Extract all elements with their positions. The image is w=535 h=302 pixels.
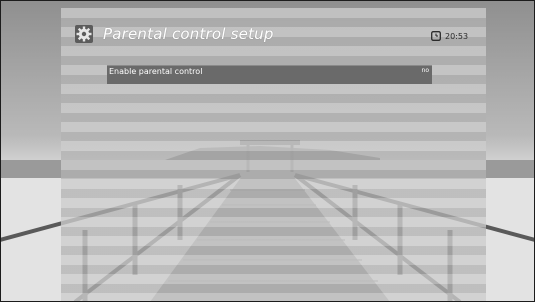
page-title: Parental control setup: [103, 25, 274, 43]
clock-display: 20:53: [431, 29, 468, 43]
menu-panel: Parental control setup 20:53 Enable pare…: [61, 8, 486, 302]
menu-item-label: Enable parental control: [109, 67, 203, 76]
screen-header: Parental control setup 20:53: [61, 16, 486, 52]
menu-item-value: no: [421, 67, 429, 74]
clock-time: 20:53: [445, 31, 469, 41]
gear-icon: [75, 25, 93, 43]
menu-item-enable-parental-control[interactable]: Enable parental control no: [107, 65, 432, 84]
clock-icon: [431, 31, 441, 41]
